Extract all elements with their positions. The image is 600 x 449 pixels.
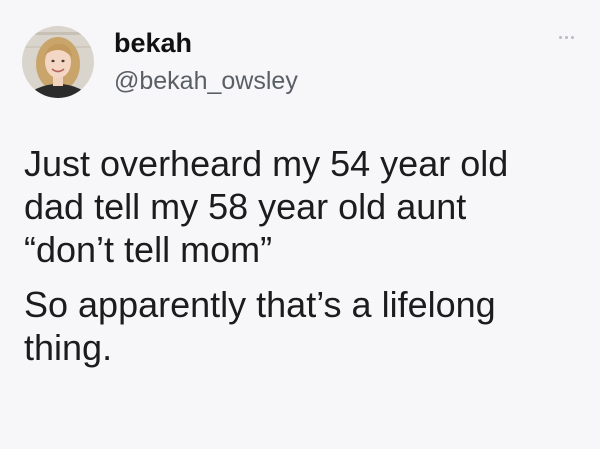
more-dot xyxy=(565,36,568,39)
tweet-text: Just overheard my 54 year old dad tell m… xyxy=(24,142,584,369)
tweet-paragraph: Just overheard my 54 year old dad tell m… xyxy=(24,143,509,270)
more-options-icon[interactable] xyxy=(559,36,574,39)
avatar[interactable] xyxy=(22,26,94,98)
author-names: bekah @bekah_owsley xyxy=(114,27,298,97)
tweet-paragraph: So apparently that’s a lifelong thing. xyxy=(24,284,496,368)
tweet-header: bekah @bekah_owsley xyxy=(22,26,298,98)
user-handle[interactable]: @bekah_owsley xyxy=(114,65,298,97)
tweet-card: bekah @bekah_owsley Just overheard my 54… xyxy=(0,0,600,449)
avatar-photo-icon xyxy=(22,26,94,98)
more-dot xyxy=(571,36,574,39)
more-dot xyxy=(559,36,562,39)
display-name[interactable]: bekah xyxy=(114,27,298,59)
